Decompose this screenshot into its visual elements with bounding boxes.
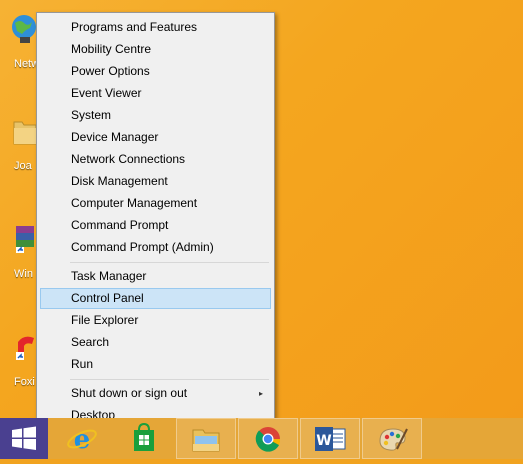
winrar-shortcut-icon	[16, 226, 34, 253]
menu-item-control-panel[interactable]: Control Panel	[40, 288, 271, 309]
menu-item-event-viewer[interactable]: Event Viewer	[40, 83, 271, 104]
taskbar-chrome[interactable]	[238, 418, 298, 459]
desktop-icon-label: Win	[14, 268, 33, 280]
taskbar-internet-explorer[interactable]: e	[52, 418, 112, 459]
menu-separator	[70, 262, 269, 263]
desktop-icon-winrar[interactable]: Win	[0, 218, 40, 288]
menu-separator	[70, 379, 269, 380]
menu-item-system[interactable]: System	[40, 105, 271, 126]
menu-item-power-options[interactable]: Power Options	[40, 61, 271, 82]
network-globe-icon	[12, 15, 36, 43]
menu-item-device-manager[interactable]: Device Manager	[40, 127, 271, 148]
submenu-arrow-icon: ▸	[258, 389, 263, 398]
windows-store-icon	[134, 422, 154, 451]
taskbar: e W	[0, 418, 523, 459]
menu-item-shut-down-or-sign-out[interactable]: Shut down or sign out ▸	[40, 383, 271, 404]
file-explorer-icon	[192, 429, 220, 452]
menu-item-label: Shut down or sign out	[71, 386, 188, 400]
start-button[interactable]	[0, 418, 48, 459]
menu-item-network-connections[interactable]: Network Connections	[40, 149, 271, 170]
desktop-icon-user-folder[interactable]: Joa	[0, 110, 40, 180]
menu-item-search[interactable]: Search	[40, 332, 271, 353]
chrome-icon	[255, 427, 281, 452]
word-icon: W	[315, 427, 346, 451]
taskbar-file-explorer[interactable]	[176, 418, 236, 459]
desktop-icon-label: Joa	[14, 160, 32, 172]
menu-item-run[interactable]: Run	[40, 354, 271, 375]
menu-item-file-explorer[interactable]: File Explorer	[40, 310, 271, 331]
desktop-icon-network[interactable]: Netw	[0, 8, 40, 78]
menu-item-disk-management[interactable]: Disk Management	[40, 171, 271, 192]
menu-item-command-prompt[interactable]: Command Prompt	[40, 215, 271, 236]
menu-item-command-prompt-admin[interactable]: Command Prompt (Admin)	[40, 237, 271, 258]
winx-context-menu: Programs and Features Mobility Centre Po…	[36, 12, 275, 429]
taskbar-windows-store[interactable]	[114, 418, 174, 459]
user-folder-icon	[13, 121, 37, 145]
internet-explorer-icon: e	[67, 425, 97, 455]
taskbar-word[interactable]: W	[300, 418, 360, 459]
paint-icon	[379, 428, 408, 451]
svg-text:W: W	[316, 433, 331, 449]
menu-item-computer-management[interactable]: Computer Management	[40, 193, 271, 214]
svg-text:e: e	[74, 425, 91, 455]
desktop-icon-foxit[interactable]: Foxi	[0, 326, 40, 396]
windows-start-icon	[12, 426, 36, 450]
desktop-icon-label: Foxi	[14, 376, 35, 388]
menu-item-task-manager[interactable]: Task Manager	[40, 266, 271, 287]
foxit-shortcut-icon	[16, 336, 34, 360]
menu-item-mobility-centre[interactable]: Mobility Centre	[40, 39, 271, 60]
menu-item-programs-and-features[interactable]: Programs and Features	[40, 17, 271, 38]
taskbar-paint[interactable]	[362, 418, 422, 459]
